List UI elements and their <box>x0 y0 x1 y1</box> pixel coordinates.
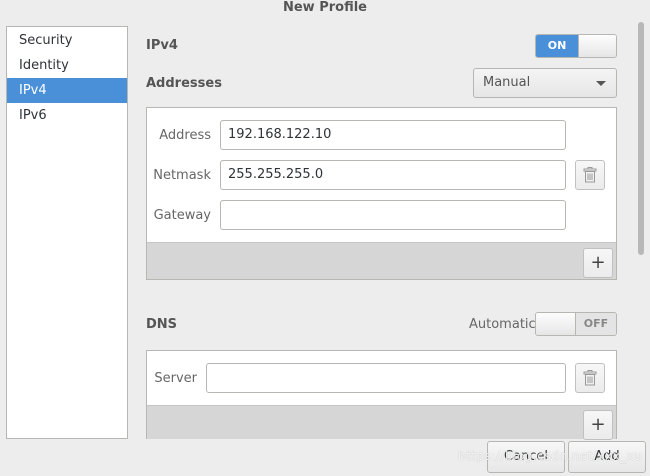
gateway-label: Gateway <box>153 208 211 223</box>
dns-panel: Server + <box>146 350 617 440</box>
netmask-label: Netmask <box>153 168 211 183</box>
ipv4-toggle-on-label: ON <box>536 35 578 57</box>
netmask-input[interactable]: 255.255.255.0 <box>220 160 566 190</box>
plus-icon: + <box>590 414 606 435</box>
trash-icon <box>583 370 597 386</box>
dns-server-input[interactable] <box>206 363 566 393</box>
trash-icon <box>583 167 597 183</box>
ipv4-toggle-knob <box>578 35 616 57</box>
sidebar-item-ipv6[interactable]: IPv6 <box>7 103 127 128</box>
ipv4-toggle[interactable]: ON <box>535 34 617 58</box>
add-server-button[interactable]: + <box>583 410 613 440</box>
sidebar-item-identity[interactable]: Identity <box>7 53 127 78</box>
ipv4-heading: IPv4 <box>146 38 178 53</box>
addresses-method-dropdown[interactable]: Manual <box>473 68 617 98</box>
window-title: New Profile <box>282 0 367 15</box>
add-address-button[interactable]: + <box>583 248 613 278</box>
delete-server-button[interactable] <box>575 363 605 393</box>
addresses-panel: Address 192.168.122.10 Netmask 255.255.2… <box>146 107 617 280</box>
dns-toggle-off-label: OFF <box>576 313 616 335</box>
dns-toggle-knob <box>536 313 576 335</box>
addresses-method-value: Manual <box>483 75 531 90</box>
addresses-panel-footer: + <box>147 242 616 279</box>
sidebar-item-ipv4[interactable]: IPv4 <box>7 78 127 103</box>
watermark: https://blog.csdn.net/xxx_xu <box>458 449 643 463</box>
dns-automatic-label: Automatic <box>469 317 536 332</box>
address-input[interactable]: 192.168.122.10 <box>220 120 566 150</box>
addresses-heading: Addresses <box>146 76 222 91</box>
chevron-down-icon <box>596 81 606 86</box>
plus-icon: + <box>590 252 606 273</box>
delete-address-button[interactable] <box>575 160 605 190</box>
server-label: Server <box>154 371 197 386</box>
dns-heading: DNS <box>146 317 178 332</box>
address-label: Address <box>159 128 211 143</box>
scrollbar[interactable] <box>638 22 644 255</box>
sidebar-item-security[interactable]: Security <box>7 28 127 53</box>
dns-automatic-toggle[interactable]: OFF <box>535 312 617 336</box>
dns-panel-footer: + <box>147 405 616 440</box>
gateway-input[interactable] <box>220 200 566 230</box>
sidebar: Security Identity IPv4 IPv6 <box>6 26 128 439</box>
